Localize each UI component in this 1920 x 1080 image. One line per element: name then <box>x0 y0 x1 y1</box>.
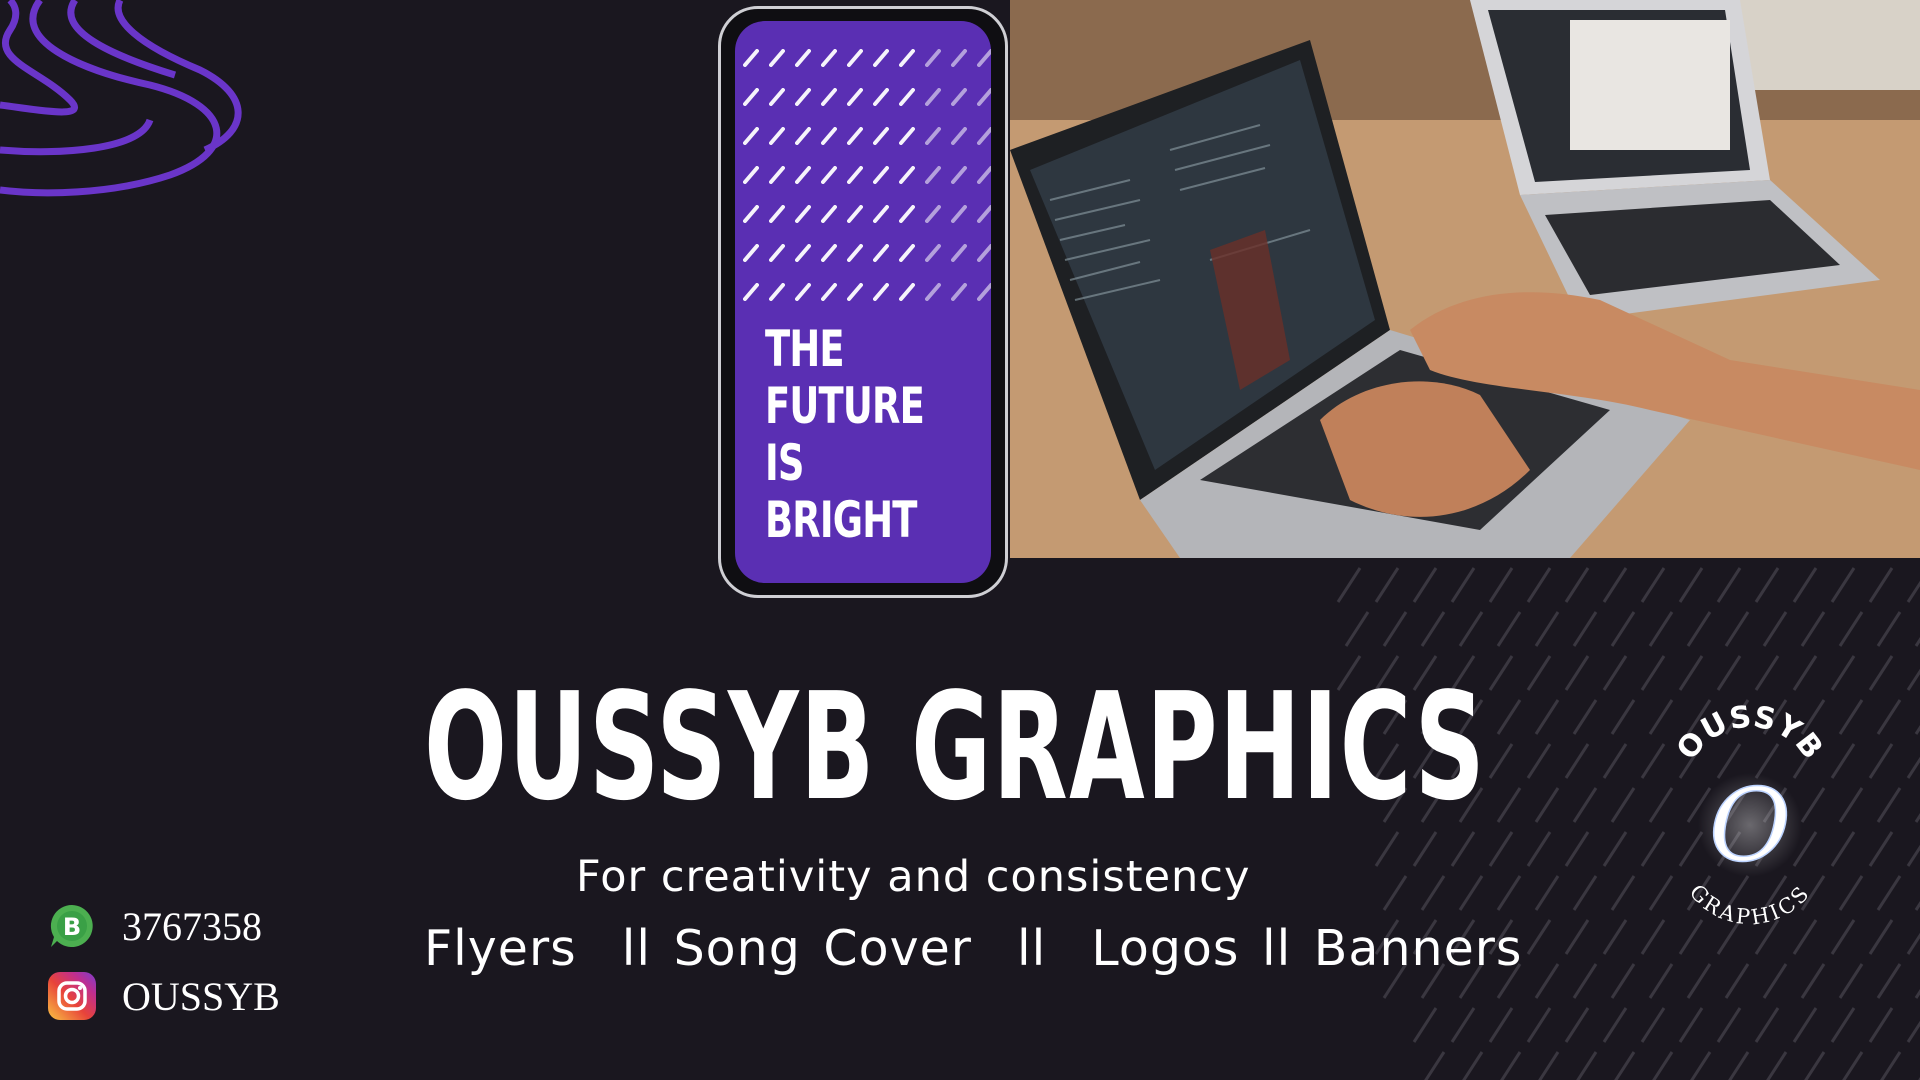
tagline: For creativity and consistency <box>576 852 1251 902</box>
svg-text:B: B <box>63 913 81 941</box>
whatsapp-business-icon: B <box>48 902 96 950</box>
svg-text:GRAPHICS: GRAPHICS <box>1685 880 1816 930</box>
slash-pattern <box>743 49 991 301</box>
contact-phone-number: 3767358 <box>122 903 262 949</box>
phone-line-2: FUTURE <box>765 377 925 435</box>
brand-title: OUSSYB GRAPHICS <box>424 661 1487 833</box>
swirl-decoration <box>0 0 242 197</box>
laptop-photo <box>1010 0 1920 558</box>
contact-instagram-handle: OUSSYB <box>122 973 280 1019</box>
services-list: Flyers ll Song Cover ll Logos ll Banners <box>424 920 1523 977</box>
phone-screen: THE FUTURE IS BRIGHT <box>735 21 991 583</box>
phone-line-1: THE <box>765 320 845 378</box>
phone-headline: THE FUTURE IS BRIGHT <box>765 320 925 549</box>
brand-logo: OUSSYB O GRAPHICS <box>1670 700 1830 930</box>
phone-line-3: IS <box>765 434 804 492</box>
contact-phone-row: B 3767358 <box>48 902 262 950</box>
svg-text:O: O <box>1709 767 1791 884</box>
phone-line-4: BRIGHT <box>765 491 917 549</box>
contact-instagram-row: OUSSYB <box>48 972 280 1020</box>
phone-mockup: THE FUTURE IS BRIGHT <box>718 6 1008 598</box>
svg-text:OUSSYB: OUSSYB <box>1670 700 1830 767</box>
instagram-icon <box>48 972 96 1020</box>
